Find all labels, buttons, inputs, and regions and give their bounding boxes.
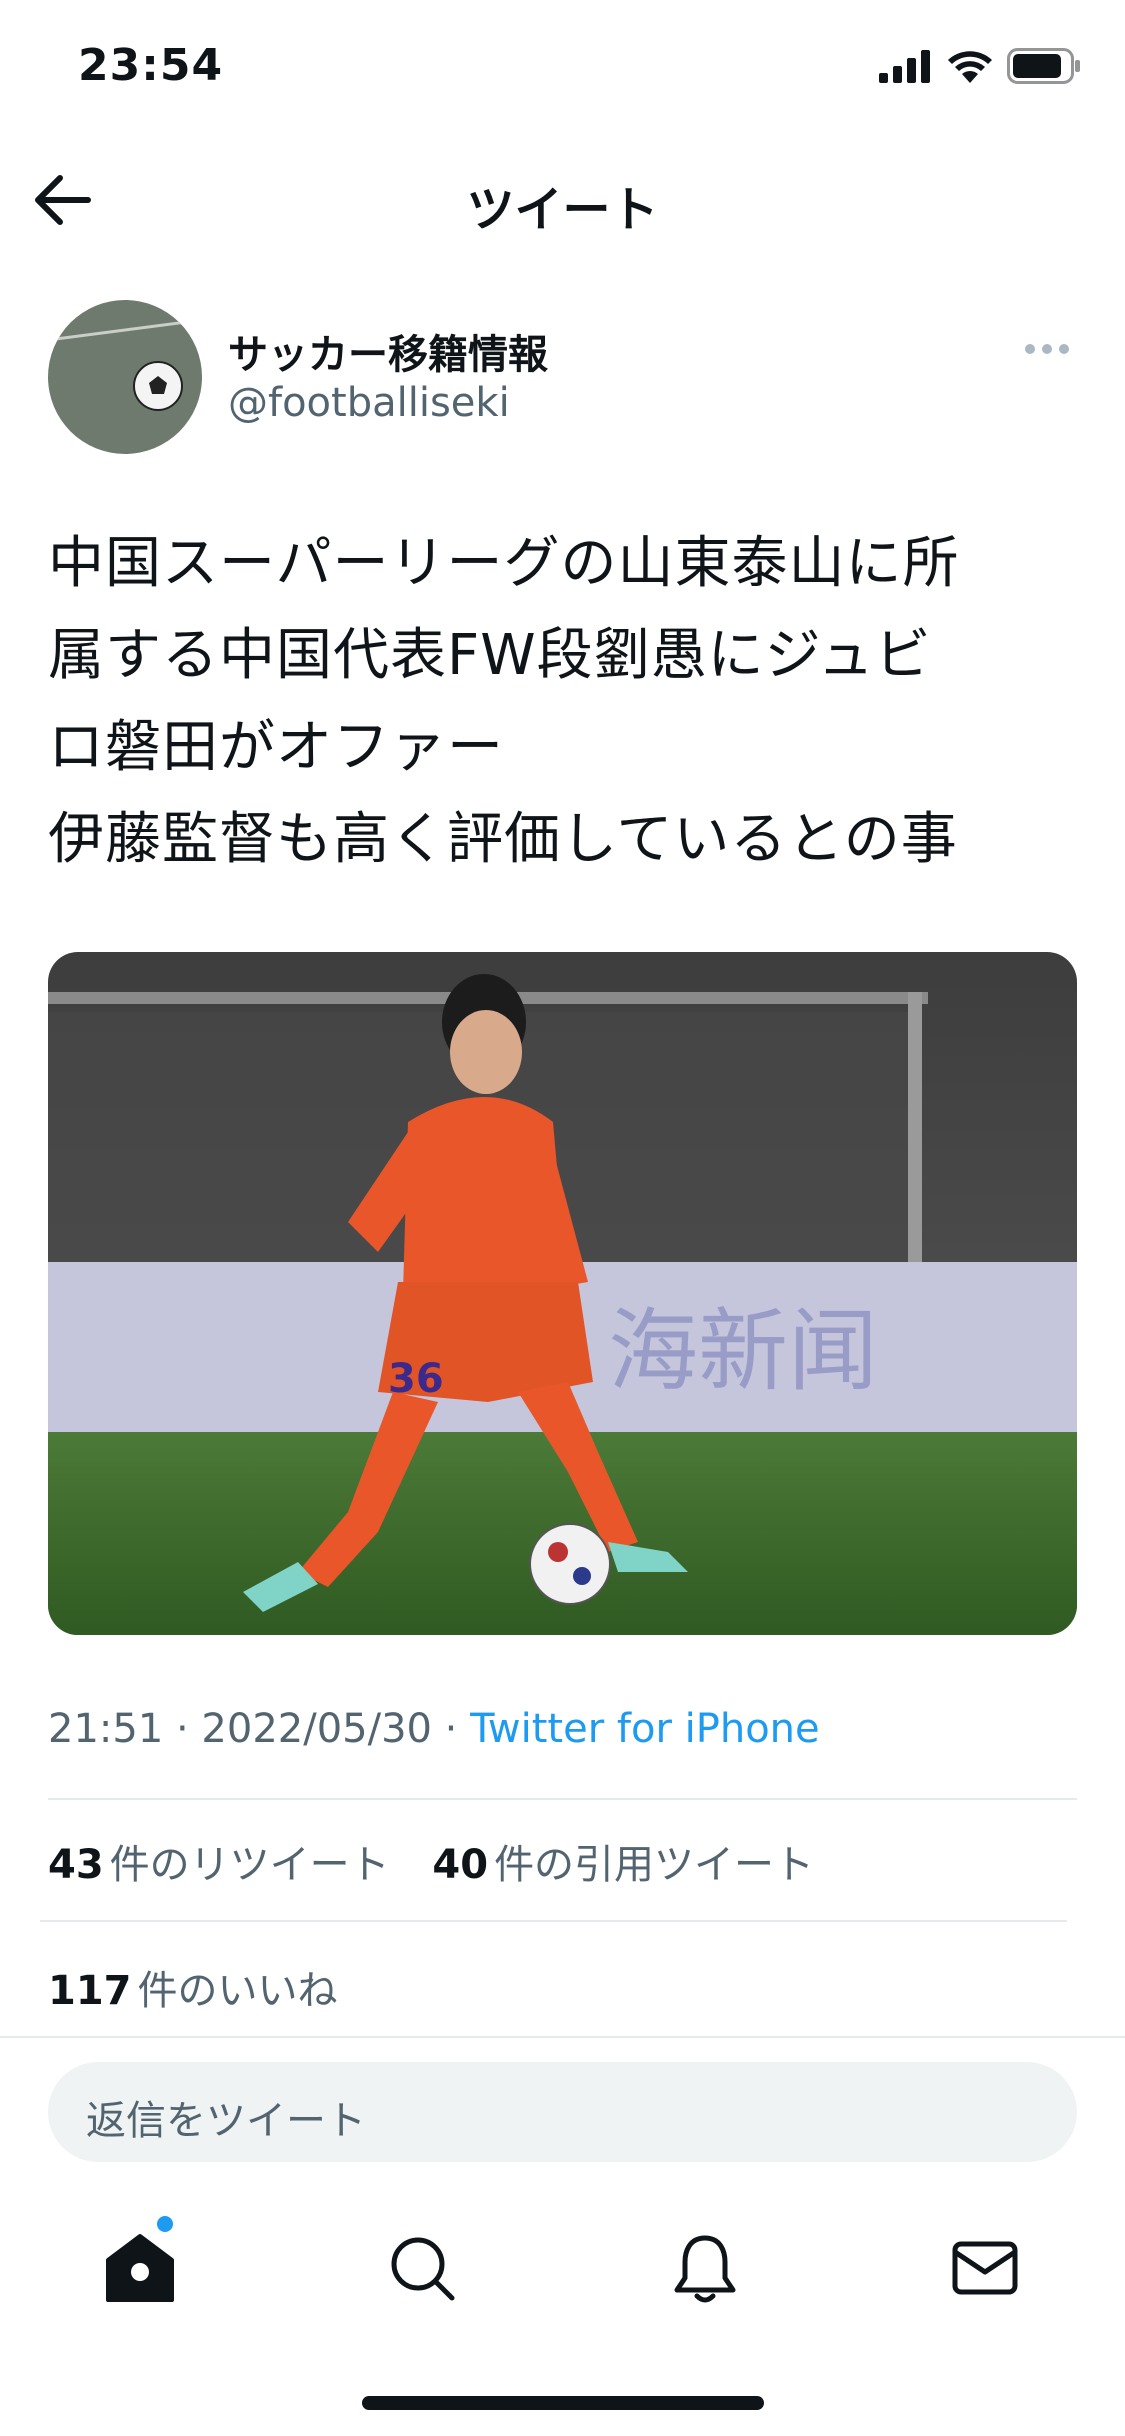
home-indicator[interactable]: [362, 2396, 764, 2410]
likes-stats[interactable]: 117 件のいいね: [48, 1958, 338, 2016]
likes-count: 117: [48, 1968, 132, 2014]
author-name[interactable]: サッカー移籍情報: [228, 322, 548, 380]
navigation-bar: ツイート: [0, 140, 1125, 260]
more-dots-icon: [1025, 344, 1069, 354]
tweet-meta: 21:51 · 2022/05/30 · Twitter for iPhone: [48, 1706, 820, 1752]
page-title: ツイート: [466, 182, 659, 238]
tab-messages[interactable]: [945, 2228, 1025, 2308]
tweet-text: 中国スーパーリーグの山東泰山に所 属する中国代表FW段劉愚にジュビ ロ磐田がオフ…: [48, 531, 960, 872]
likes-label: 件のいいね: [137, 1968, 338, 2014]
retweets-label: 件のリツイート: [109, 1842, 390, 1888]
search-icon: [391, 2237, 455, 2301]
tweet-source-link[interactable]: Twitter for iPhone: [470, 1706, 820, 1752]
author-avatar[interactable]: [48, 300, 202, 454]
tab-notifications[interactable]: [665, 2228, 745, 2308]
cellular-signal-icon: [879, 50, 930, 83]
home-icon: [106, 2234, 174, 2302]
quotes-label: 件の引用ツイート: [494, 1842, 815, 1888]
more-options-button[interactable]: [1022, 334, 1072, 364]
bell-icon: [674, 2235, 736, 2303]
author-handle[interactable]: @footballiseki: [228, 380, 510, 426]
retweets-stat[interactable]: 43 件のリツイート: [48, 1842, 390, 1888]
mail-icon: [952, 2241, 1018, 2295]
divider: [40, 1920, 1067, 1922]
battery-icon: [1007, 48, 1080, 84]
status-icons: [879, 48, 1081, 84]
retweet-stats: 43 件のリツイート 40 件の引用ツイート: [48, 1832, 844, 1890]
tweet-photo[interactable]: 海新闻 36: [48, 952, 1077, 1635]
soccer-ball-avatar-icon: [48, 300, 202, 454]
wifi-icon: [948, 51, 992, 83]
reply-input[interactable]: 返信をツイート: [48, 2062, 1077, 2162]
tweet-timestamp: 21:51 · 2022/05/30 ·: [48, 1706, 471, 1752]
tab-search[interactable]: [382, 2228, 462, 2308]
tab-home[interactable]: [100, 2228, 180, 2308]
status-time: 23:54: [78, 40, 224, 91]
quotes-count: 40: [432, 1842, 489, 1888]
soccer-player-photo-icon: 海新闻 36: [48, 952, 1077, 1635]
svg-text:海新闻: 海新闻: [608, 1299, 878, 1404]
divider: [48, 1798, 1077, 1800]
quotes-stat[interactable]: 40 件の引用ツイート: [432, 1842, 814, 1888]
divider: [0, 2036, 1125, 2038]
status-bar: 23:54: [0, 0, 1125, 140]
new-content-dot: [157, 2216, 173, 2232]
reply-placeholder: 返信をツイート: [86, 2098, 366, 2144]
retweets-count: 43: [48, 1842, 104, 1888]
